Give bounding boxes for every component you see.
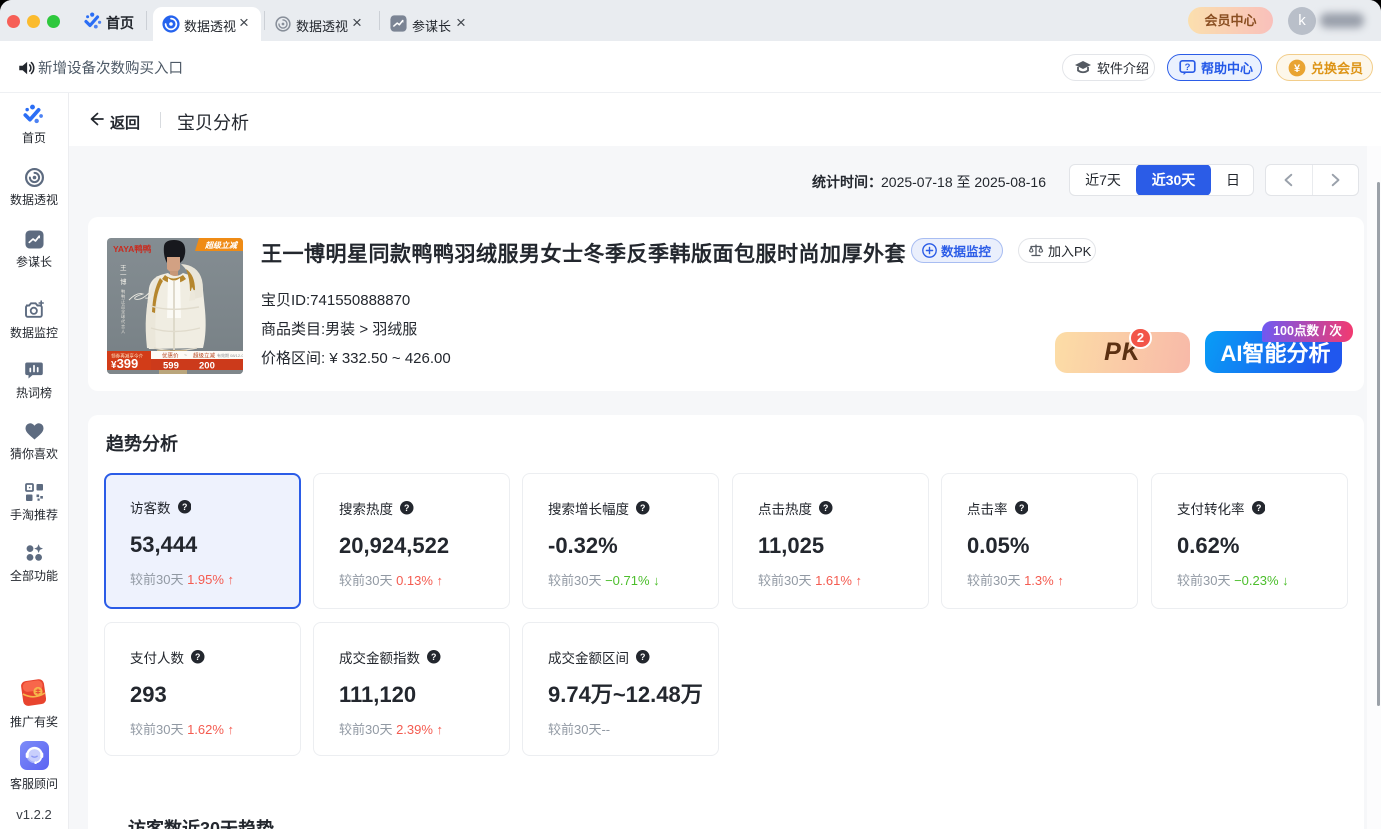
svg-text:200: 200 [199,361,215,372]
svg-text:?: ? [640,652,645,662]
svg-text:599: 599 [163,361,179,372]
svg-text:?: ? [823,503,828,513]
svg-text:博: 博 [120,277,127,286]
svg-text:?: ? [1185,62,1191,73]
svg-text:~: ~ [184,353,187,359]
svg-text:?: ? [195,652,200,662]
svg-text:有效期 08/12-08/17: 有效期 08/12-08/17 [217,352,243,358]
svg-text:一: 一 [120,272,127,279]
svg-text:¥: ¥ [1294,62,1301,74]
svg-text:超级立减: 超级立减 [193,352,216,360]
svg-text:优惠价: 优惠价 [162,352,179,360]
svg-text:?: ? [431,652,436,662]
svg-text:?: ? [1019,503,1024,513]
svg-text:?: ? [640,503,645,513]
svg-text:?: ? [182,502,187,512]
svg-text:?: ? [1256,503,1261,513]
svg-text:王: 王 [120,264,127,272]
svg-text:?: ? [404,503,409,513]
svg-text:YAYA鸭鸭: YAYA鸭鸭 [113,244,152,254]
svg-text:超级立减: 超级立减 [204,241,239,250]
